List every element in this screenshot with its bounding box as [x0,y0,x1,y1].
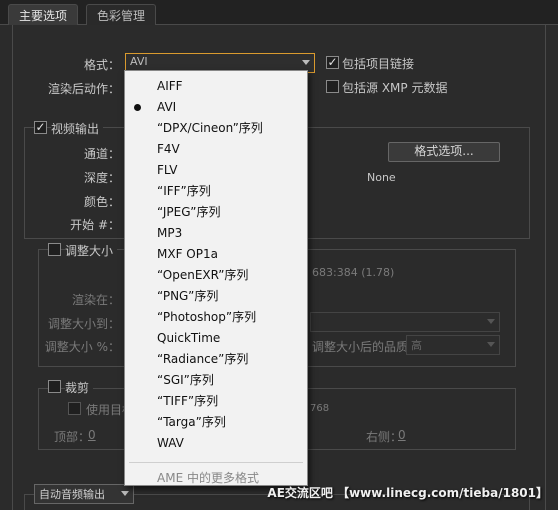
format-menu-item-label: AVI [157,100,177,114]
crop-top-label: 顶部： [54,430,91,444]
resize-label: 调整大小 [65,242,118,259]
format-menu-item-label: QuickTime [157,331,221,345]
format-menu-item-label: MP3 [157,226,183,240]
include-xmp-checkbox[interactable] [326,80,339,93]
format-menu-item-label: AIFF [157,79,183,93]
format-menu-item-label: “OpenEXR”序列 [157,268,249,282]
format-label: 格式： [83,58,120,72]
format-menu-item[interactable]: FLV [125,160,307,181]
tab-bar [0,0,558,25]
format-menu-item[interactable]: WAV [125,433,307,454]
resize-quality-label: 调整大小后的品质： [312,340,421,354]
use-region-checkbox[interactable] [68,402,81,415]
post-render-label: 渲染后动作： [47,82,120,96]
format-menu-item-label: “TIFF”序列 [157,394,219,408]
crop-top-value[interactable]: 0 [88,428,96,442]
format-menu-item-label: MXF OP1a [157,247,218,261]
format-menu-item-label: “IFF”序列 [157,184,211,198]
format-menu-item[interactable]: QuickTime [125,328,307,349]
format-menu-item-label: “Radiance”序列 [157,352,249,366]
format-menu-item[interactable]: “OpenEXR”序列 [125,265,307,286]
resize-percent-label: 调整大小 %： [44,340,120,354]
format-popup-menu: AIFF AVI “DPX/Cineon”序列 F4V FLV “IFF”序列 “JPEG”… [124,70,308,486]
include-project-link-label: 包括项目链接 [342,57,415,71]
depth-label: 深度： [83,171,120,185]
menu-separator [129,462,303,463]
audio-output-value: 自动音频输出 [39,488,105,501]
resize-to-label: 调整大小到： [47,317,120,331]
crop-label: 裁剪 [65,379,94,396]
video-output-checkbox[interactable]: ✓ [34,121,47,134]
format-menu-item-label: “SGI”序列 [157,373,214,387]
resize-ratio: 683:384 (1.78) [312,266,395,279]
checkmark-icon: ✓ [35,120,46,134]
format-menu-item[interactable]: F4V [125,139,307,160]
format-menu-item-label: FLV [157,163,178,177]
resize-checkbox[interactable] [48,243,61,256]
chevron-down-icon [121,491,129,496]
format-menu-item-label: “Photoshop”序列 [157,310,257,324]
format-menu-item[interactable]: “TIFF”序列 [125,391,307,412]
format-menu-item[interactable]: “SGI”序列 [125,370,307,391]
format-menu-item-label: WAV [157,436,184,450]
resize-quality-value: 高 [411,339,422,352]
format-menu-item[interactable]: “JPEG”序列 [125,202,307,223]
video-output-label: 视频输出 [51,120,104,137]
format-menu-item-label: “PNG”序列 [157,289,219,303]
format-menu-item-label: “JPEG”序列 [157,205,221,219]
crop-right-value[interactable]: 0 [398,428,406,442]
region-value: 768 [310,403,330,414]
color-label: 颜色： [83,195,120,209]
tab-main-options[interactable]: 主要选项 [8,4,79,25]
format-menu-item[interactable]: MP3 [125,223,307,244]
resize-quality-dropdown[interactable]: 高 [406,335,500,355]
chevron-down-icon [302,60,310,65]
format-menu-item[interactable]: AIFF [125,76,307,97]
chevron-down-icon [487,342,495,347]
resize-to-dropdown[interactable] [310,312,500,332]
watermark: AE交流区吧 【www.linecg.com/tieba/1801】 [267,486,548,500]
format-menu-item[interactable]: “Photoshop”序列 [125,307,307,328]
format-menu-item-label: “DPX/Cineon”序列 [157,121,263,135]
crop-right-label: 右侧： [366,430,403,444]
selected-dot-icon [134,104,141,111]
tab-color-management[interactable]: 色彩管理 [86,4,157,25]
audio-output-dropdown[interactable]: 自动音频输出 [34,484,134,504]
format-options-button[interactable]: 格式选项... [388,142,500,162]
format-menu-item[interactable]: “IFF”序列 [125,181,307,202]
channels-label: 通道： [83,147,120,161]
format-menu-item[interactable]: “PNG”序列 [125,286,307,307]
format-menu-item[interactable]: “DPX/Cineon”序列 [125,118,307,139]
format-menu-item[interactable]: “Radiance”序列 [125,349,307,370]
format-menu-item[interactable]: AVI [125,97,307,118]
format-menu-item[interactable]: “Targa”序列 [125,412,307,433]
chevron-down-icon [487,319,495,324]
include-project-link-checkbox[interactable]: ✓ [326,56,339,69]
format-menu-item-label: F4V [157,142,180,156]
crop-checkbox[interactable] [48,380,61,393]
format-menu-item[interactable]: MXF OP1a [125,244,307,265]
format-dropdown-value: AVI [130,55,148,68]
codec-value: None [367,171,396,184]
checkmark-icon: ✓ [327,55,338,69]
render-at-label: 渲染在： [71,293,120,307]
start-number-label: 开始 #： [70,218,120,232]
include-xmp-label: 包括源 XMP 元数据 [342,81,448,95]
format-menu-item-label: “Targa”序列 [157,415,226,429]
